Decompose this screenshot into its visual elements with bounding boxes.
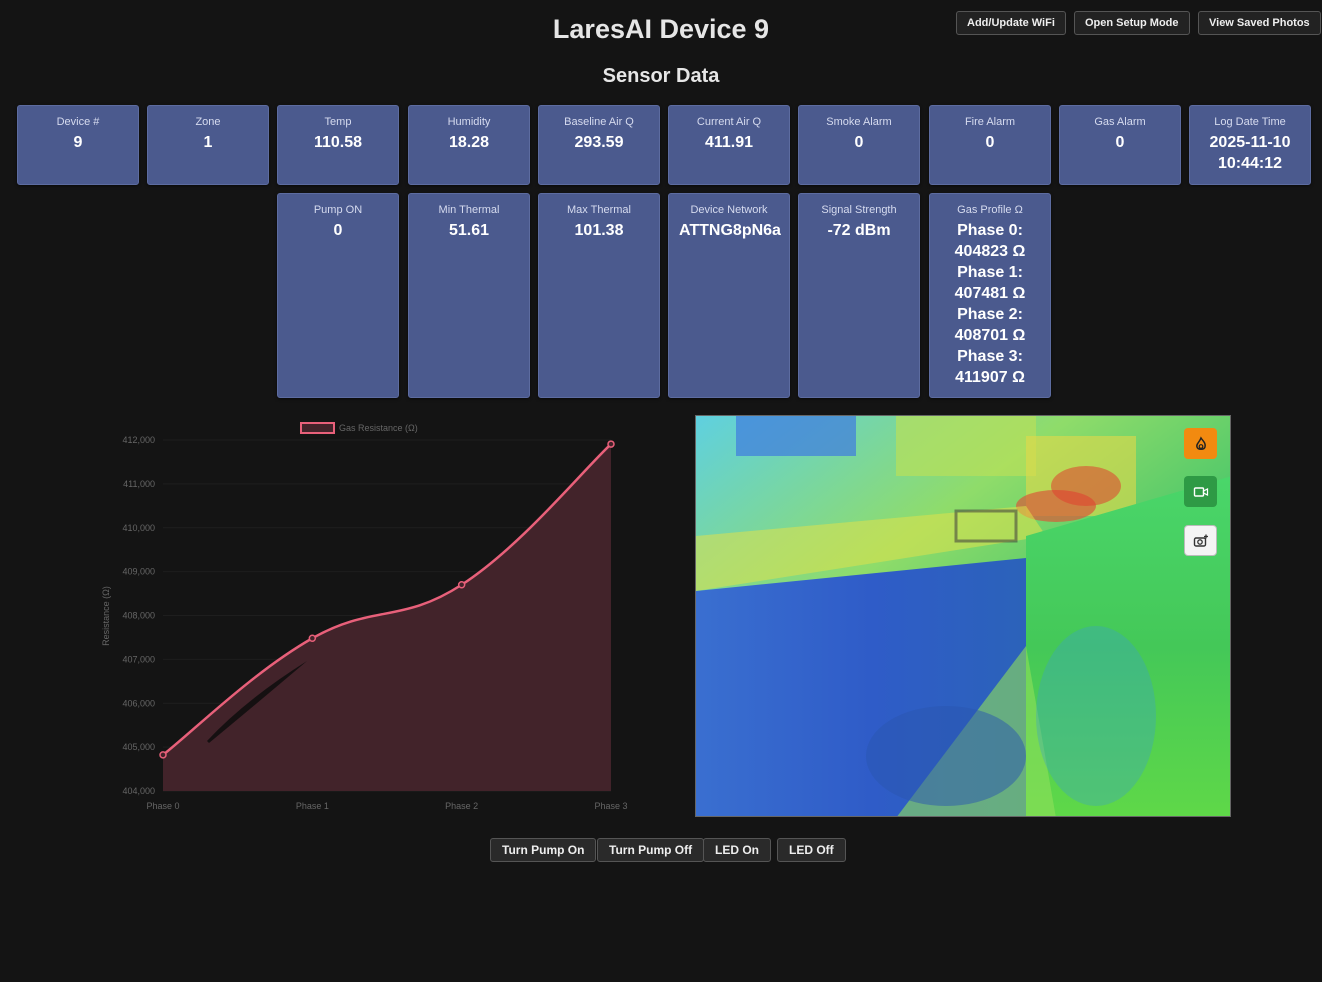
card-value: 293.59: [574, 134, 624, 151]
card-label: Device Network: [690, 204, 768, 216]
y-tick-label: 410,000: [122, 523, 155, 533]
legend-label: Gas Resistance (Ω): [339, 423, 418, 433]
camera-add-icon: [1193, 534, 1208, 547]
y-tick-label: 408,000: [122, 611, 155, 621]
data-point[interactable]: [159, 751, 167, 759]
y-tick-label: 411,000: [123, 479, 155, 489]
thermal-image: [696, 416, 1230, 816]
card-label: Gas Profile Ω: [957, 204, 1023, 216]
y-tick-label: 405,000: [122, 742, 155, 752]
card-value: 0: [333, 222, 343, 239]
y-tick-label: 406,000: [122, 698, 155, 708]
card-label: Baseline Air Q: [564, 116, 634, 128]
card-label: Temp: [324, 116, 352, 128]
gas-resistance-chart: 404,000 405,000 406,000 407,000 408,000 409,0…: [101, 422, 628, 811]
card-signal-strength: Signal Strength -72 dBm: [798, 193, 920, 398]
card-value: 101.38: [574, 222, 624, 239]
legend-swatch[interactable]: [300, 422, 335, 434]
card-label: Max Thermal: [567, 204, 631, 216]
data-point[interactable]: [457, 580, 466, 589]
card-value: -72 dBm: [827, 222, 891, 239]
x-tick-label: Phase 3: [594, 801, 627, 811]
card-value: 110.58: [313, 134, 363, 151]
y-tick-label: 407,000: [122, 654, 155, 664]
card-pump-on: Pump ON 0: [277, 193, 399, 398]
card-gas-alarm: Gas Alarm 0: [1059, 105, 1181, 185]
card-value: 51.61: [448, 222, 490, 239]
led-off-button[interactable]: LED Off: [777, 838, 846, 862]
card-value: Phase 0: 404823 Ω Phase 1: 407481 Ω Phas…: [954, 222, 1026, 386]
capture-photo-button[interactable]: [1184, 525, 1217, 556]
data-point[interactable]: [607, 440, 615, 448]
card-max-thermal: Max Thermal 101.38: [538, 193, 660, 398]
x-tick-label: Phase 0: [146, 801, 179, 811]
card-label: Smoke Alarm: [826, 116, 892, 128]
card-value: ATTNG8pN6a: [679, 222, 781, 239]
section-title: Sensor Data: [602, 65, 720, 87]
open-setup-mode-button[interactable]: Open Setup Mode: [1074, 11, 1190, 35]
card-fire-alarm: Fire Alarm 0: [929, 105, 1051, 185]
card-label: Zone: [195, 116, 221, 128]
card-value: 1: [203, 134, 213, 151]
series-area: [163, 444, 611, 791]
card-value: 9: [73, 134, 83, 151]
card-current-air-q: Current Air Q 411.91: [668, 105, 790, 185]
data-point[interactable]: [308, 634, 317, 643]
card-min-thermal: Min Thermal 51.61: [408, 193, 530, 398]
card-humidity: Humidity 18.28: [408, 105, 530, 185]
card-label: Signal Strength: [821, 204, 897, 216]
y-axis-label: Resistance (Ω): [101, 586, 111, 646]
thermal-camera-view: [695, 415, 1231, 817]
y-tick-label: 412,000: [122, 435, 155, 445]
card-temp: Temp 110.58: [277, 105, 399, 185]
card-value: 2025-11-10 10:44:12: [1209, 134, 1291, 172]
card-label: Min Thermal: [438, 204, 500, 216]
x-tick-label: Phase 1: [296, 801, 329, 811]
fire-icon: [1195, 435, 1206, 450]
card-value: 0: [985, 134, 995, 151]
card-smoke-alarm: Smoke Alarm 0: [798, 105, 920, 185]
view-saved-photos-button[interactable]: View Saved Photos: [1198, 11, 1321, 35]
turn-pump-off-button[interactable]: Turn Pump Off: [597, 838, 705, 862]
card-device-network: Device Network ATTNG8pN6a: [668, 193, 790, 398]
card-log-date-time: Log Date Time 2025-11-10 10:44:12: [1189, 105, 1311, 185]
record-video-button[interactable]: [1184, 476, 1217, 507]
card-label: Gas Alarm: [1094, 116, 1146, 128]
card-baseline-air-q: Baseline Air Q 293.59: [538, 105, 660, 185]
card-label: Humidity: [447, 116, 491, 128]
card-gas-profile: Gas Profile Ω Phase 0: 404823 Ω Phase 1:…: [929, 193, 1051, 398]
x-tick-label: Phase 2: [445, 801, 478, 811]
card-label: Device #: [56, 116, 100, 128]
turn-pump-on-button[interactable]: Turn Pump On: [490, 838, 597, 862]
led-on-button[interactable]: LED On: [703, 838, 771, 862]
card-value: 0: [854, 134, 864, 151]
card-value: 0: [1115, 134, 1125, 151]
card-label: Fire Alarm: [964, 116, 1016, 128]
add-wifi-button[interactable]: Add/Update WiFi: [956, 11, 1066, 35]
y-tick-label: 409,000: [122, 567, 155, 577]
card-label: Log Date Time: [1214, 116, 1286, 128]
y-tick-label: 404,000: [122, 786, 155, 796]
card-zone: Zone 1: [147, 105, 269, 185]
card-value: 18.28: [448, 134, 490, 151]
card-label: Pump ON: [313, 204, 363, 216]
card-label: Current Air Q: [696, 116, 762, 128]
card-device: Device # 9: [17, 105, 139, 185]
video-icon: [1193, 486, 1208, 497]
card-value: 411.91: [704, 134, 754, 151]
fire-detect-button[interactable]: [1184, 428, 1217, 459]
